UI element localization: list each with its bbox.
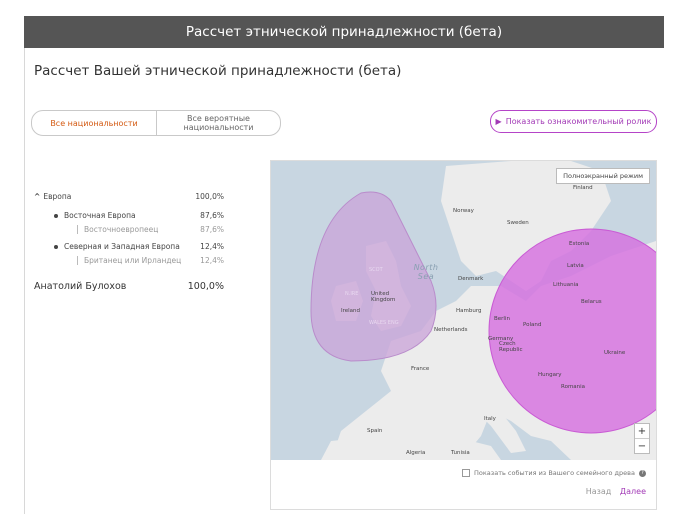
map-label-latvia: Latvia	[567, 263, 584, 269]
map-label-france: France	[411, 366, 430, 372]
person-percent: 100,0%	[187, 281, 224, 292]
show-intro-video-label: Показать ознакомительный ролик	[505, 117, 652, 126]
map-label-belarus: Belarus	[581, 299, 602, 305]
map-label-italy: Italy	[484, 416, 496, 422]
map-label-ireland: Ireland	[341, 308, 361, 314]
map-label-estonia: Estonia	[569, 241, 590, 247]
subgroup-name: Британец или Ирландец	[84, 256, 182, 265]
bullet-icon	[54, 214, 58, 218]
map-label-hamburg: Hamburg	[456, 308, 482, 314]
play-icon: ▶	[495, 117, 502, 126]
window-title-bar: Рассчет этнической принадлежности (бета)	[24, 16, 664, 48]
zoom-in-button[interactable]: +	[635, 424, 649, 438]
map-label-north-sea: North Sea	[413, 263, 439, 281]
group-name: Северная и Западная Европа	[64, 242, 180, 251]
region-name: Европа	[43, 192, 72, 201]
map-panel: Finland Norway Sweden Estonia Latvia Lit…	[270, 160, 657, 510]
next-button[interactable]: Далее	[620, 487, 646, 496]
zoom-out-button[interactable]: −	[635, 438, 649, 453]
map-label-tunisia: Tunisia	[451, 450, 470, 456]
map-label-scot: SCOT	[369, 267, 383, 273]
help-icon[interactable]: ?	[639, 469, 646, 477]
person-row: Анатолий Булохов 100,0%	[34, 281, 224, 292]
show-intro-video-button[interactable]: ▶ Показать ознакомительный ролик	[490, 110, 657, 133]
group-row-eastern-europe[interactable]: Восточная Европа 87,6%	[34, 211, 224, 220]
map-label-lithuania: Lithuania	[553, 282, 579, 288]
map-label-denmark: Denmark	[458, 276, 484, 282]
map-label-algeria: Algeria	[406, 450, 426, 456]
map-label-berlin: Berlin	[494, 316, 510, 322]
map-label-wales-eng: WALES ENG	[369, 320, 399, 326]
bullet-icon	[54, 245, 58, 249]
ethnicity-tabs: Все национальности Все вероятные национа…	[31, 110, 281, 136]
ethnicity-map[interactable]: Finland Norway Sweden Estonia Latvia Lit…	[271, 161, 656, 460]
map-label-finland: Finland	[573, 185, 593, 191]
show-events-checkbox[interactable]	[462, 469, 470, 477]
map-label-nire: N.IRE	[345, 291, 359, 297]
caret-up-icon: ^	[34, 192, 41, 201]
pagination-nav: Назад Далее	[586, 487, 646, 496]
subgroup-percent: 12,4%	[200, 256, 224, 265]
show-family-events-toggle[interactable]: Показать события из Вашего семейного дре…	[462, 469, 646, 477]
map-label-uk: United Kingdom	[371, 291, 396, 303]
map-label-norway: Norway	[453, 208, 474, 214]
map-label-ukraine: Ukraine	[604, 350, 626, 356]
show-events-label: Показать события из Вашего семейного дре…	[474, 469, 635, 477]
map-label-spain: Spain	[367, 428, 383, 434]
map-label-romania: Romania	[561, 384, 586, 390]
fullscreen-button[interactable]: Полноэкранный режим	[556, 168, 650, 184]
group-percent: 12,4%	[200, 242, 224, 251]
map-label-netherlands: Netherlands	[434, 327, 468, 333]
back-button[interactable]: Назад	[586, 487, 612, 496]
page-title: Рассчет Вашей этнической принадлежности …	[34, 63, 402, 79]
group-name: Восточная Европа	[64, 211, 136, 220]
zoom-control: + −	[634, 423, 650, 454]
window-title: Рассчет этнической принадлежности (бета)	[185, 24, 503, 40]
page-frame	[24, 16, 25, 514]
subgroup-percent: 87,6%	[200, 225, 224, 234]
map-label-sweden: Sweden	[507, 220, 529, 226]
tab-all-probable-ethnicities[interactable]: Все вероятные национальности	[157, 111, 280, 135]
map-label-poland: Poland	[523, 322, 542, 328]
subgroup-row-british-irish[interactable]: Британец или Ирландец 12,4%	[34, 256, 224, 265]
subgroup-row-east-european[interactable]: Восточноевропеец 87,6%	[34, 225, 224, 234]
region-row-europe[interactable]: ^ Европа 100,0%	[34, 192, 224, 201]
group-percent: 87,6%	[200, 211, 224, 220]
subgroup-name: Восточноевропеец	[84, 225, 159, 234]
region-percent: 100,0%	[195, 192, 224, 201]
tab-all-ethnicities[interactable]: Все национальности	[32, 111, 157, 135]
person-name: Анатолий Булохов	[34, 281, 127, 292]
map-label-hungary: Hungary	[538, 372, 562, 378]
group-row-northwest-europe[interactable]: Северная и Западная Европа 12,4%	[34, 242, 224, 251]
map-label-czech: Czech Republic	[499, 341, 523, 353]
